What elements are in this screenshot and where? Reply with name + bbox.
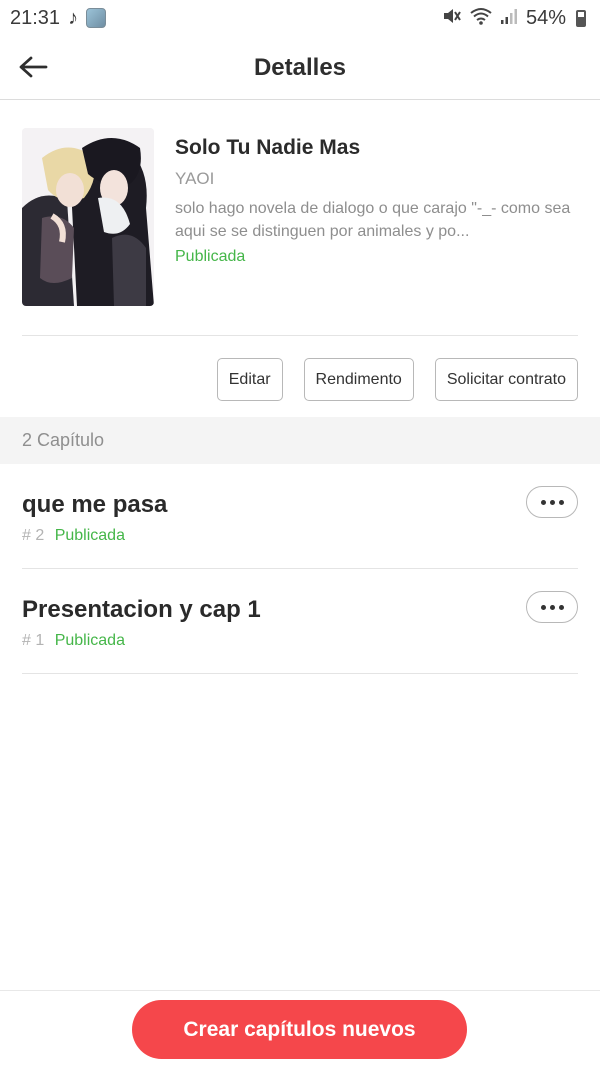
chapter-count-header: 2 Capítulo [0,417,600,464]
book-status: Publicada [175,248,246,265]
chapter-row[interactable]: que me pasa # 2 Publicada [22,464,578,569]
more-options-button[interactable] [526,591,578,623]
header: Detalles [0,36,600,100]
signal-icon [500,7,518,30]
status-right: 54% [442,7,586,30]
more-dots-icon [540,499,546,505]
book-cover-image[interactable] [22,128,154,306]
book-genre: YAOI [175,169,215,188]
chapter-number: # 1 [22,632,45,649]
status-bar: 21:31 ♪ 54% [0,0,600,36]
book-description: solo hago novela de dialogo o que carajo… [175,200,571,240]
arrow-left-icon[interactable] [16,50,50,84]
chapter-meta: # 1 Publicada [22,632,125,650]
bottom-bar: Crear capítulos nuevos [0,990,600,1067]
chapter-row[interactable]: Presentacion y cap 1 # 1 Publicada [22,569,578,674]
request-contract-button[interactable]: Solicitar contrato [434,358,578,401]
details-screen: 21:31 ♪ 54% Detalles Solo Tu Nadie Mas Y… [0,0,600,1067]
chapter-meta: # 2 Publicada [22,527,125,545]
more-dots-icon [549,604,555,610]
mute-icon [442,7,462,30]
status-time: 21:31 [10,6,61,29]
create-chapters-button[interactable]: Crear capítulos nuevos [132,1000,467,1059]
action-buttons: Editar Rendimento Solicitar contrato [216,358,578,401]
chapter-status: Publicada [54,632,125,649]
battery-icon [576,9,586,27]
performance-button[interactable]: Rendimento [303,358,414,401]
more-options-button[interactable] [526,486,578,518]
tiktok-icon: ♪ [68,6,79,29]
chapter-title: Presentacion y cap 1 [22,596,261,623]
more-dots-icon [540,604,546,610]
book-info: Solo Tu Nadie Mas YAOI solo hago novela … [22,128,578,308]
book-text: Solo Tu Nadie Mas YAOI solo hago novela … [175,134,580,266]
status-left: 21:31 ♪ [10,6,107,30]
divider [22,335,578,336]
edit-button[interactable]: Editar [216,358,283,401]
page-title: Detalles [253,53,347,81]
wifi-icon [470,7,492,30]
more-dots-icon [558,604,564,610]
app-icon [86,8,107,28]
chapter-status: Publicada [54,527,125,544]
chapter-number: # 2 [22,527,45,544]
more-dots-icon [558,499,564,505]
chapter-title: que me pasa [22,491,168,518]
more-dots-icon [549,499,555,505]
book-title: Solo Tu Nadie Mas [175,136,361,159]
battery-level: 54% [525,6,566,29]
chapter-count: 2 Capítulo [22,430,105,450]
